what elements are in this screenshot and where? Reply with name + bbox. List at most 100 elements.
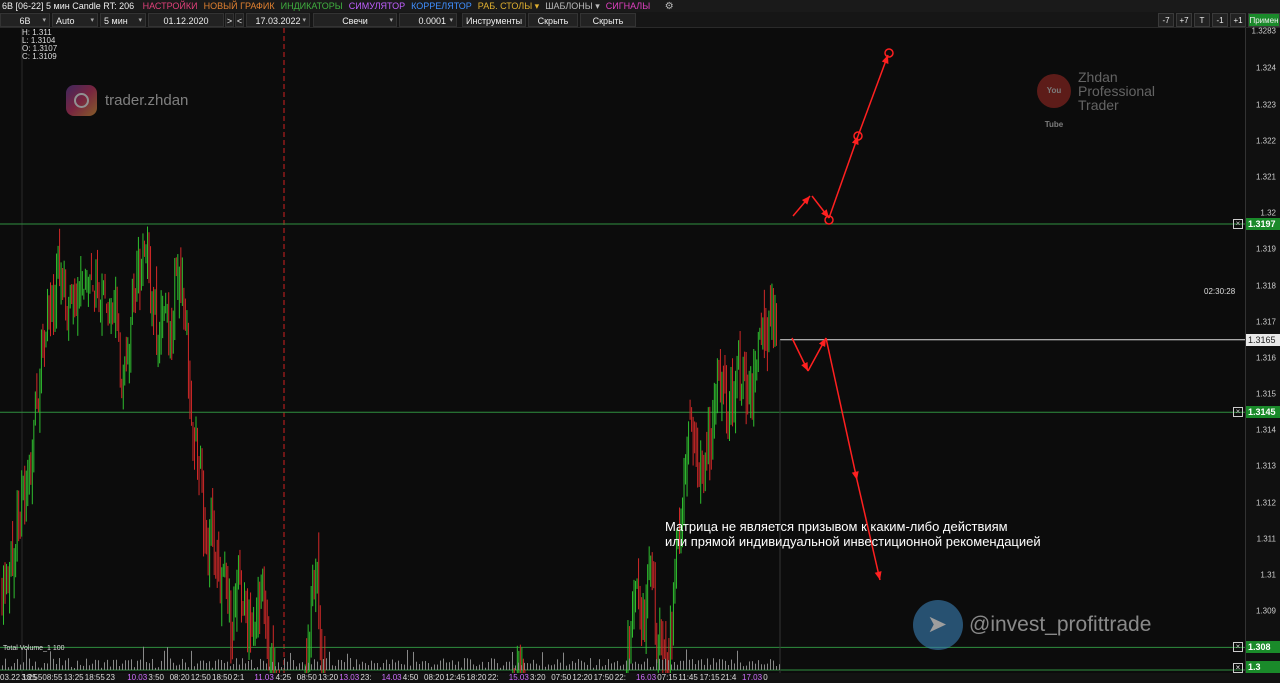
menu-item-6[interactable]: ШАБЛОНЫ ▾ bbox=[545, 0, 600, 12]
instruments-button[interactable]: Инструменты bbox=[462, 13, 526, 27]
today-button[interactable]: T bbox=[1194, 13, 1210, 27]
volume-bar bbox=[26, 648, 27, 670]
gear-icon[interactable]: ⚙ bbox=[665, 1, 674, 12]
step-input[interactable]: 0.0001 bbox=[399, 13, 457, 28]
volume-bar bbox=[260, 658, 261, 670]
menu-item-0[interactable]: НАСТРОЙКИ bbox=[143, 0, 198, 12]
timeframe-select[interactable]: 5 мин bbox=[100, 13, 146, 28]
plus-1-button[interactable]: +1 bbox=[1230, 13, 1246, 27]
menu-item-1[interactable]: НОВЫЙ ГРАФИК bbox=[204, 0, 275, 12]
volume-bar bbox=[440, 660, 441, 670]
volume-bar bbox=[761, 664, 762, 670]
brand-line-3: Trader bbox=[1078, 97, 1119, 113]
time-tick: 3:50 bbox=[148, 673, 164, 682]
arrowhead bbox=[851, 471, 859, 480]
volume-bar bbox=[515, 665, 516, 670]
hide-lines-button[interactable]: Скрыть линии bbox=[580, 13, 636, 40]
volume-bar bbox=[449, 662, 450, 670]
volume-bar bbox=[56, 663, 57, 670]
volume-bar bbox=[236, 658, 237, 670]
remove-level-icon[interactable]: × bbox=[1233, 642, 1243, 653]
menu-item-2[interactable]: ИНДИКАТОРЫ bbox=[281, 0, 343, 12]
apply-button[interactable]: Примен bbox=[1248, 13, 1280, 27]
time-axis[interactable]: 03.22 18:55 3:25 08:55 13:25 18:55 23 10.03 3:5… bbox=[0, 673, 1280, 683]
volume-value: 100 bbox=[52, 645, 65, 652]
volume-bar bbox=[392, 659, 393, 670]
plus-7-button[interactable]: +7 bbox=[1176, 13, 1192, 27]
minus-1-button[interactable]: -1 bbox=[1212, 13, 1228, 27]
nav-forward-button[interactable]: > bbox=[225, 13, 234, 27]
date-from-input[interactable]: 01.12.2020 bbox=[148, 13, 224, 27]
symbol-select[interactable]: 6B bbox=[0, 13, 50, 28]
price-level-tag[interactable]: 1.3 bbox=[1246, 661, 1280, 673]
volume-bar bbox=[248, 660, 249, 670]
volume-bar bbox=[530, 663, 531, 670]
remove-level-icon[interactable]: × bbox=[1233, 407, 1243, 418]
volume-bar bbox=[434, 664, 435, 670]
hide-drawings-button[interactable]: Скрыть рис. bbox=[528, 13, 578, 40]
volume-bar bbox=[176, 665, 177, 670]
volume-bar bbox=[14, 663, 15, 670]
volume-bar bbox=[149, 663, 150, 670]
volume-bar bbox=[719, 659, 720, 670]
volume-bar bbox=[8, 667, 9, 670]
volume-bar bbox=[314, 659, 315, 670]
volume-bar bbox=[209, 661, 210, 670]
volume-bar bbox=[473, 664, 474, 670]
volume-bar bbox=[206, 662, 207, 670]
volume-bar bbox=[173, 662, 174, 670]
time-tick: 14.03 bbox=[381, 673, 402, 682]
volume-bar bbox=[698, 660, 699, 670]
minus-7-button[interactable]: -7 bbox=[1158, 13, 1174, 27]
volume-bar bbox=[35, 661, 36, 670]
volume-bar bbox=[116, 659, 117, 670]
volume-bar bbox=[287, 661, 288, 670]
price-level-tag[interactable]: 1.3165 bbox=[1246, 333, 1280, 346]
volume-bar bbox=[578, 659, 579, 670]
remove-level-icon[interactable]: × bbox=[1233, 663, 1243, 673]
volume-bar bbox=[587, 664, 588, 670]
price-level-tag[interactable]: 1.308 bbox=[1246, 641, 1280, 654]
volume-bar bbox=[713, 658, 714, 670]
volume-bar bbox=[557, 659, 558, 670]
scale-select[interactable]: Auto bbox=[52, 13, 98, 28]
volume-bar bbox=[356, 659, 357, 670]
menu-item-3[interactable]: СИМУЛЯТОР bbox=[349, 0, 405, 12]
volume-bar bbox=[341, 660, 342, 670]
volume-bar bbox=[689, 659, 690, 670]
volume-bar bbox=[326, 658, 327, 670]
menu-item-4[interactable]: КОРРЕЛЯТОР bbox=[411, 0, 472, 12]
remove-level-icon[interactable]: × bbox=[1233, 219, 1243, 229]
volume-bar bbox=[284, 658, 285, 670]
price-level-tag[interactable]: 1.3145 bbox=[1246, 406, 1280, 419]
volume-bar bbox=[461, 667, 462, 670]
volume-bar bbox=[611, 663, 612, 670]
volume-bar bbox=[491, 658, 492, 670]
date-to-input[interactable]: 17.03.2022 bbox=[246, 13, 310, 28]
volume-bar bbox=[584, 662, 585, 670]
price-axis[interactable]: 1.3283 1.324 1.323 1.322 1.321 1.32 1.319 1.318… bbox=[1245, 27, 1280, 673]
price-level-tag[interactable]: 1.3197 bbox=[1246, 218, 1280, 230]
volume-bar bbox=[605, 664, 606, 670]
volume-bar bbox=[416, 661, 417, 670]
volume-bar bbox=[653, 666, 654, 670]
menu-item-7[interactable]: СИГНАЛЫ bbox=[606, 0, 650, 12]
toolbar: 6B Auto 5 мин 01.12.2020 > < 17.03.2022 … bbox=[0, 12, 1280, 40]
menu-item-5[interactable]: РАБ. СТОЛЫ ▾ bbox=[478, 0, 539, 12]
volume-bar bbox=[419, 664, 420, 670]
volume-bar bbox=[368, 665, 369, 670]
volume-bar bbox=[107, 659, 108, 670]
volume-bar bbox=[686, 649, 687, 670]
volume-bar bbox=[68, 658, 69, 670]
nav-back-button[interactable]: < bbox=[235, 13, 244, 27]
time-tick: 4:25 bbox=[275, 673, 292, 682]
volume-bar bbox=[77, 660, 78, 670]
time-tick: 13:25 bbox=[63, 673, 84, 682]
volume-bar bbox=[428, 663, 429, 670]
chart-type-select[interactable]: Свечи bbox=[313, 13, 397, 28]
volume-bar bbox=[80, 664, 81, 670]
time-tick: 17:15 bbox=[699, 673, 720, 682]
volume-bar bbox=[710, 664, 711, 670]
volume-bar bbox=[395, 662, 396, 670]
title-bar: 6B [06-22] 5 мин Candle RT: 206 НАСТРОЙК… bbox=[0, 0, 1280, 12]
